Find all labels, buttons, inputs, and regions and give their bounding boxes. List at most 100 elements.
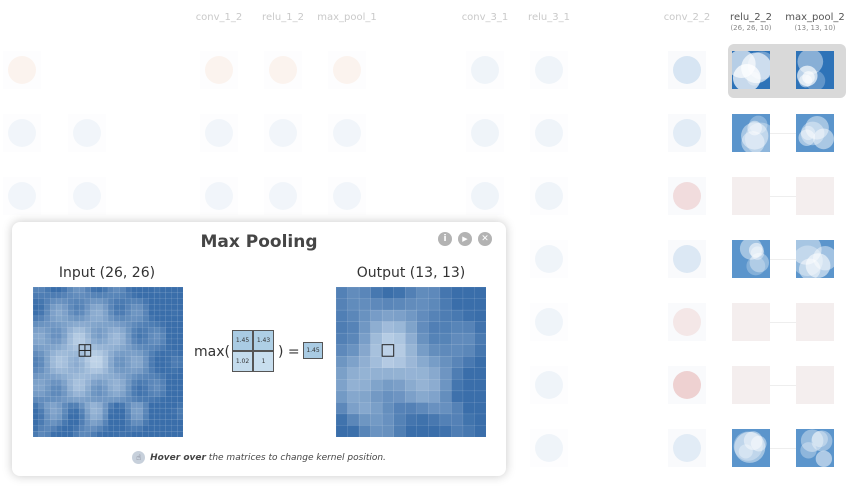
layer-header[interactable] bbox=[0, 12, 53, 13]
matrix-cell bbox=[428, 309, 441, 323]
feature-map-node[interactable] bbox=[668, 114, 706, 152]
feature-map-node[interactable] bbox=[668, 366, 706, 404]
play-icon[interactable]: ▶ bbox=[458, 232, 472, 246]
matrix-cell bbox=[67, 390, 74, 398]
layer-header[interactable]: relu_2_2 (26, 26, 10) bbox=[720, 12, 782, 32]
feature-map-node[interactable] bbox=[530, 114, 568, 152]
output-matrix[interactable] bbox=[336, 287, 486, 437]
matrix-cell bbox=[96, 402, 103, 409]
feature-map-node[interactable] bbox=[264, 114, 302, 152]
matrix-cell bbox=[33, 338, 40, 346]
feature-map-node[interactable] bbox=[264, 177, 302, 215]
input-matrix[interactable] bbox=[33, 287, 183, 437]
matrix-cell bbox=[130, 413, 138, 421]
feature-map-node[interactable] bbox=[727, 49, 776, 92]
matrix-cell bbox=[130, 327, 138, 334]
matrix-cell bbox=[176, 309, 183, 317]
feature-map-node[interactable] bbox=[732, 237, 770, 278]
feature-map-node[interactable] bbox=[200, 177, 238, 215]
matrix-cell bbox=[176, 413, 183, 421]
matrix-cell bbox=[136, 298, 144, 305]
feature-map-node[interactable] bbox=[668, 177, 706, 215]
feature-map-node[interactable] bbox=[668, 303, 706, 341]
matrix-cell bbox=[61, 390, 69, 398]
feature-map-node[interactable] bbox=[3, 177, 41, 215]
feature-map-node[interactable] bbox=[796, 429, 834, 467]
feature-map-node[interactable] bbox=[3, 114, 41, 152]
feature-map-node[interactable] bbox=[732, 177, 770, 215]
feature-map-node[interactable] bbox=[466, 114, 504, 152]
feature-map-node[interactable] bbox=[68, 114, 106, 152]
matrix-cell bbox=[474, 390, 486, 403]
matrix-cell bbox=[462, 287, 475, 299]
matrix-cell bbox=[78, 355, 86, 363]
matrix-cell bbox=[113, 373, 120, 380]
feature-map-node[interactable] bbox=[68, 177, 106, 215]
feature-map-node[interactable] bbox=[732, 429, 770, 467]
feature-map-node[interactable] bbox=[668, 429, 706, 467]
matrix-cell bbox=[84, 315, 92, 323]
feature-map-node[interactable] bbox=[530, 366, 568, 404]
layer-header[interactable]: relu_3_1 bbox=[518, 12, 580, 24]
info-icon[interactable]: i bbox=[438, 232, 452, 246]
matrix-cell bbox=[67, 396, 74, 403]
matrix-cell bbox=[165, 402, 172, 409]
matrix-cell bbox=[101, 379, 109, 386]
matrix-cell bbox=[381, 298, 395, 311]
layer-header[interactable]: conv_3_1 bbox=[454, 12, 516, 24]
feature-map-node[interactable] bbox=[200, 51, 238, 89]
feature-map-node[interactable] bbox=[530, 303, 568, 341]
matrix-cell bbox=[119, 396, 126, 403]
feature-map-node[interactable] bbox=[3, 51, 41, 89]
feature-map-node[interactable] bbox=[466, 177, 504, 215]
feature-map-node[interactable] bbox=[466, 51, 504, 89]
matrix-cell bbox=[171, 361, 178, 369]
matrix-cell bbox=[393, 390, 406, 403]
feature-map-node[interactable] bbox=[668, 51, 706, 89]
feature-map-node[interactable] bbox=[732, 366, 770, 404]
matrix-cell bbox=[119, 407, 126, 415]
layer-header[interactable]: conv_1_2 bbox=[188, 12, 250, 24]
feature-map-node[interactable] bbox=[328, 177, 366, 215]
feature-map-node[interactable] bbox=[796, 303, 834, 341]
feature-map-node[interactable] bbox=[732, 114, 777, 155]
matrix-cell bbox=[50, 298, 57, 305]
feature-map-node[interactable] bbox=[328, 114, 366, 152]
matrix-cell bbox=[336, 425, 348, 437]
matrix-cell bbox=[73, 425, 80, 432]
feature-map-node[interactable] bbox=[796, 177, 834, 215]
feature-map-node[interactable] bbox=[530, 429, 568, 467]
feature-map-node[interactable] bbox=[530, 240, 568, 278]
matrix-cell bbox=[38, 287, 45, 294]
feature-map-node[interactable] bbox=[264, 51, 302, 89]
matrix-cell bbox=[176, 396, 183, 403]
feature-map-node[interactable] bbox=[732, 303, 770, 341]
feature-map-node[interactable] bbox=[530, 51, 568, 89]
feature-map-node[interactable] bbox=[668, 240, 706, 278]
matrix-cell bbox=[73, 402, 80, 409]
feature-map-node[interactable] bbox=[530, 177, 568, 215]
feature-map-node[interactable] bbox=[328, 51, 366, 89]
feature-map-node[interactable] bbox=[796, 366, 834, 404]
matrix-cell bbox=[50, 384, 57, 392]
feature-map-node[interactable] bbox=[796, 48, 834, 91]
feature-map-node[interactable] bbox=[200, 114, 238, 152]
matrix-cell bbox=[38, 407, 45, 415]
matrix-cell bbox=[113, 430, 120, 437]
matrix-cell bbox=[38, 384, 45, 392]
layer-header[interactable] bbox=[56, 12, 118, 13]
matrix-cell bbox=[44, 430, 51, 437]
layer-header[interactable]: max_pool_1 bbox=[316, 12, 378, 24]
close-icon[interactable]: ✕ bbox=[478, 232, 492, 246]
layer-header[interactable]: max_pool_2 (13, 13, 10) bbox=[784, 12, 846, 32]
matrix-cell bbox=[107, 407, 115, 415]
layer-header[interactable]: conv_2_2 bbox=[656, 12, 718, 24]
matrix-cell bbox=[176, 384, 183, 392]
layer-header[interactable]: relu_1_2 bbox=[252, 12, 314, 24]
matrix-cell bbox=[393, 309, 406, 323]
matrix-cell bbox=[107, 338, 115, 346]
matrix-cell bbox=[125, 396, 132, 403]
feature-map-node[interactable] bbox=[796, 114, 834, 152]
matrix-cell bbox=[119, 309, 126, 317]
feature-map-node[interactable] bbox=[790, 233, 838, 281]
